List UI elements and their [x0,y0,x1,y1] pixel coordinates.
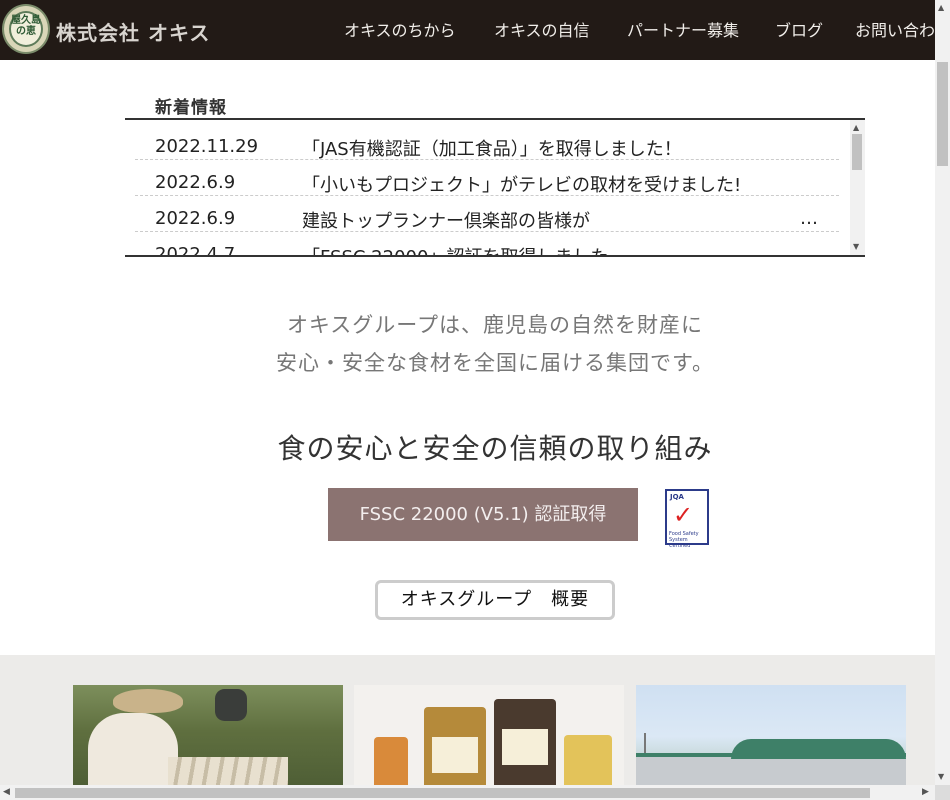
news-date: 2022.6.9 [155,172,236,193]
nav-item-strength[interactable]: オキスのちから [344,17,456,41]
factory-roof [731,739,906,759]
group-overview-button[interactable]: オキスグループ 概要 [375,580,615,620]
news-text[interactable]: 建設トップランナー倶楽部の皆様が [302,207,590,233]
page-horizontal-scrollbar[interactable]: ◀ ▶ [0,785,935,800]
factory-photo[interactable] [636,685,906,800]
page-scroll-thumb[interactable] [937,62,948,166]
field-photo[interactable] [73,685,343,800]
nav-item-confidence[interactable]: オキスの自信 [494,17,590,41]
news-scroll-thumb[interactable] [852,134,862,170]
photo-gallery [0,655,935,800]
jqa-certification-logo: JQA ✓ Food Safety System Certified [665,489,709,549]
scroll-down-icon[interactable]: ▼ [938,772,944,781]
scroll-left-icon[interactable]: ◀ [3,787,10,797]
package-label [502,729,548,765]
intro-text: オキスグループは、鹿児島の自然を財産に 安心・安全な食材を全国に届ける集団です。 [0,306,950,382]
scroll-up-icon[interactable]: ▲ [853,123,859,132]
news-text[interactable]: 「JAS有機認証（加工食品）」を取得しました！ [302,135,682,161]
logo-badge-text: 屋久島の恵 [11,15,41,37]
scroll-right-icon[interactable]: ▶ [922,787,929,797]
news-date: 2022.4.7 [155,244,236,257]
page-hscroll-thumb[interactable] [15,788,870,798]
fssc-badge[interactable]: FSSC 22000 (V5.1) 認証取得 [328,488,638,541]
scroll-down-icon[interactable]: ▼ [853,242,859,251]
news-item[interactable]: 2022.6.9 建設トップランナー倶楽部の皆様が … [135,196,839,232]
news-item[interactable]: 2022.4.7 「FSSC 22000」認証を取得しました [135,232,839,257]
straw-hat [113,689,183,713]
nav-item-blog[interactable]: ブログ [775,17,823,41]
news-date: 2022.6.9 [155,208,236,229]
intro-line: 安心・安全な食材を全国に届ける集団です。 [276,351,714,375]
scrollbar-corner [935,785,950,800]
news-item[interactable]: 2022.6.9 「小いもプロジェクト」がテレビの取材を受けました! [135,160,839,196]
news-text[interactable]: 「FSSC 22000」認証を取得しました [302,243,608,255]
nav-item-partner[interactable]: パートナー募集 [627,17,739,41]
logo-badge-icon[interactable]: 屋久島の恵 [2,4,50,54]
page-vertical-scrollbar[interactable]: ▲ ▼ [935,0,950,785]
site-header: 屋久島の恵 株式会社 オキス オキスのちから オキスの自信 パートナー募集 ブロ… [0,0,950,60]
check-mark-icon: ✓ [673,501,694,529]
jqa-logo-caption: Food Safety System Certified [669,531,699,549]
intro-line: オキスグループは、鹿児島の自然を財産に [286,313,704,337]
company-name[interactable]: 株式会社 オキス [56,17,210,46]
jqa-logo-text: JQA [670,493,684,501]
news-list: 2022.11.29 「JAS有機認証（加工食品）」を取得しました！ 2022.… [125,118,865,257]
worker-figure [215,689,247,721]
news-item[interactable]: 2022.11.29 「JAS有機認証（加工食品）」を取得しました！ [135,124,839,160]
products-photo[interactable] [354,685,624,800]
news-date: 2022.11.29 [155,136,259,157]
trust-title: 食の安心と安全の信頼の取り組み [277,432,713,465]
news-title: 新着情報 [155,98,227,118]
news-scrollbar[interactable]: ▲ ▼ [850,120,865,255]
scroll-up-icon[interactable]: ▲ [938,3,944,12]
package-label [432,737,478,773]
news-text[interactable]: 「小いもプロジェクト」がテレビの取材を受けました! [302,171,741,197]
news-ellipsis: … [800,208,818,229]
